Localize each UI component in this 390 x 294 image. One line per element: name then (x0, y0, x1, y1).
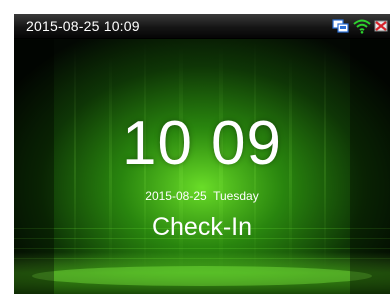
clock-minutes: 09 (211, 109, 282, 178)
weekday-text: Tuesday (213, 189, 259, 203)
attendance-state: Check-In (151, 213, 253, 241)
status-bar: 2015-08-25 10:09 (14, 14, 390, 39)
clock-time: 10 09 (14, 113, 390, 175)
wifi-icon (353, 19, 371, 34)
usb-icon (374, 20, 388, 32)
date-line: 2015-08-25 Tuesday (14, 189, 390, 203)
device-screen: 2015-08-25 10:09 10 09 2015-08-25 Tuesday… (14, 14, 390, 294)
date-text: 2015-08-25 (145, 189, 207, 203)
network-icon (332, 19, 349, 33)
status-datetime: 2015-08-25 10:09 (26, 18, 140, 34)
clock-hours: 10 (122, 109, 193, 178)
